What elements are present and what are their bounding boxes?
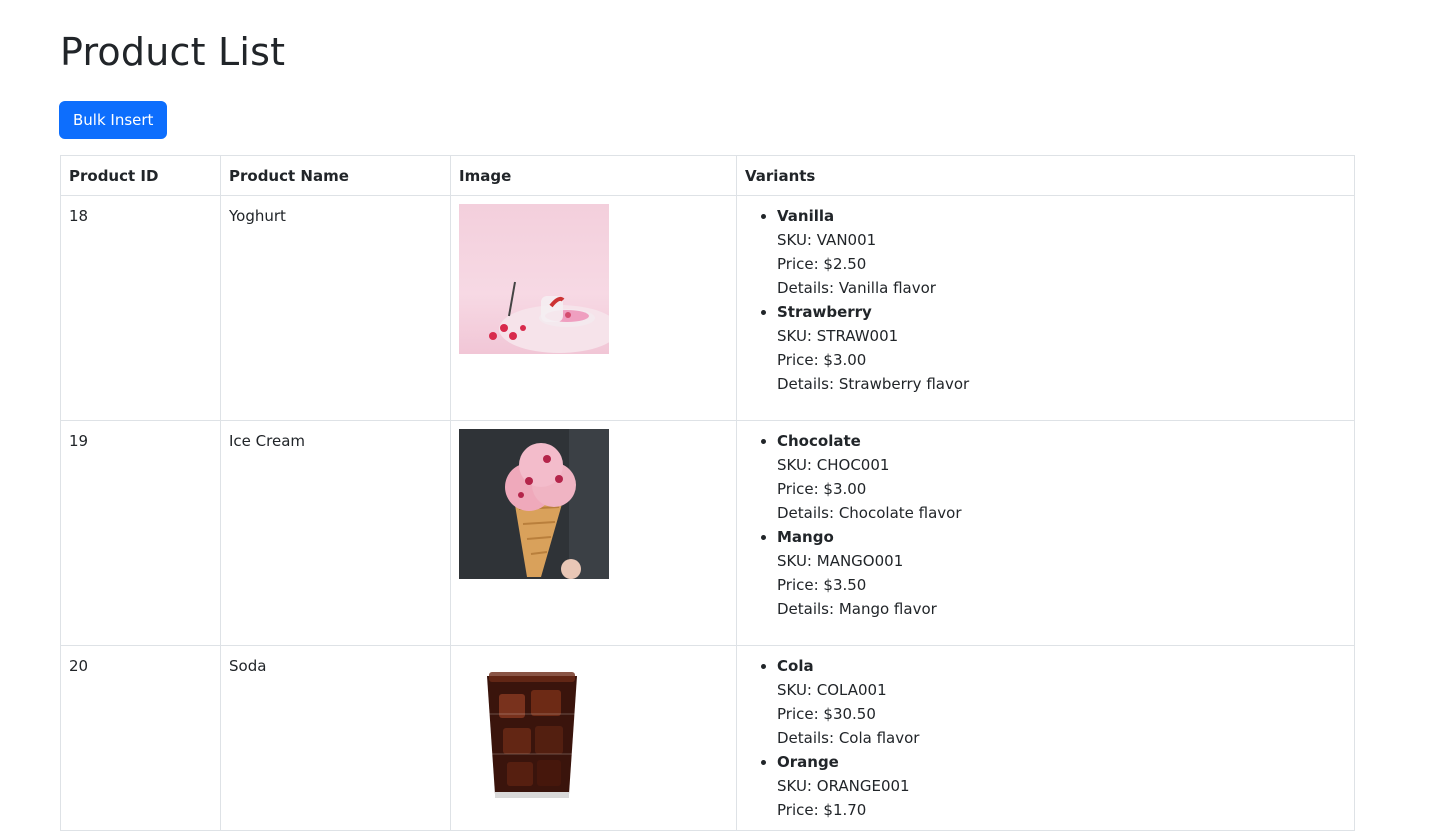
- product-image-cell: [450, 195, 737, 421]
- variant-name: Mango: [777, 528, 834, 546]
- variants-cell: Cola SKU: COLA001 Price: $30.50 Details:…: [736, 645, 1355, 831]
- variant-details: Details: Cola flavor: [777, 729, 920, 747]
- variant-item: Mango SKU: MANGO001 Price: $3.50 Details…: [777, 525, 1346, 621]
- variants-cell: Chocolate SKU: CHOC001 Price: $3.00 Deta…: [736, 420, 1355, 646]
- variant-name: Strawberry: [777, 303, 872, 321]
- ice-cream-image: [459, 429, 609, 579]
- variant-price: Price: $2.50: [777, 255, 867, 273]
- table-row: 19 Ice Cream • Chocolate SKU: CHOC001 Pr…: [60, 420, 1355, 646]
- variant-sku: SKU: COLA001: [777, 681, 887, 699]
- product-id-cell: 19: [60, 420, 221, 646]
- variant-item: Orange SKU: ORANGE001 Price: $1.70: [777, 750, 1346, 822]
- variant-price: Price: $30.50: [777, 705, 876, 723]
- variant-price: Price: $3.50: [777, 576, 867, 594]
- product-id-cell: 18: [60, 195, 221, 421]
- product-name-cell: Soda: [220, 645, 451, 831]
- variant-details: Details: Mango flavor: [777, 600, 937, 618]
- yoghurt-image: [459, 204, 609, 354]
- variant-details: Details: Chocolate flavor: [777, 504, 962, 522]
- variant-item: Strawberry SKU: STRAW001 Price: $3.00 De…: [777, 300, 1346, 396]
- variant-list: Cola SKU: COLA001 Price: $30.50 Details:…: [745, 654, 1346, 822]
- variant-details: Details: Vanilla flavor: [777, 279, 936, 297]
- product-table: Product ID Product Name Image Variants 1…: [60, 155, 1355, 831]
- product-image-cell: [450, 645, 737, 831]
- variant-name: Cola: [777, 657, 814, 675]
- column-header-variants: Variants: [736, 155, 1355, 196]
- variant-name: Chocolate: [777, 432, 861, 450]
- variant-sku: SKU: MANGO001: [777, 552, 904, 570]
- column-header-image: Image: [450, 155, 737, 196]
- table-header-row: Product ID Product Name Image Variants: [60, 155, 1355, 196]
- variant-details: Details: Strawberry flavor: [777, 375, 970, 393]
- product-name-cell: Ice Cream: [220, 420, 451, 646]
- variants-cell: Vanilla SKU: VAN001 Price: $2.50 Details…: [736, 195, 1355, 421]
- variant-list: Vanilla SKU: VAN001 Price: $2.50 Details…: [745, 204, 1346, 396]
- product-id-cell: 20: [60, 645, 221, 831]
- variant-item: Chocolate SKU: CHOC001 Price: $3.00 Deta…: [777, 429, 1346, 525]
- variant-sku: SKU: CHOC001: [777, 456, 890, 474]
- variant-sku: SKU: STRAW001: [777, 327, 899, 345]
- variant-sku: SKU: VAN001: [777, 231, 877, 249]
- variant-name: Orange: [777, 753, 839, 771]
- variant-list: Chocolate SKU: CHOC001 Price: $3.00 Deta…: [745, 429, 1346, 621]
- variant-sku: SKU: ORANGE001: [777, 777, 910, 795]
- variant-name: Vanilla: [777, 207, 835, 225]
- bulk-insert-button[interactable]: Bulk Insert: [59, 101, 168, 139]
- soda-image: [459, 654, 609, 804]
- variant-price: Price: $3.00: [777, 480, 867, 498]
- variant-item: Vanilla SKU: VAN001 Price: $2.50 Details…: [777, 204, 1346, 300]
- product-image-cell: [450, 420, 737, 646]
- page-title: Product List: [60, 30, 286, 74]
- column-header-product-name: Product Name: [220, 155, 451, 196]
- variant-price: Price: $1.70: [777, 801, 867, 819]
- variant-item: Cola SKU: COLA001 Price: $30.50 Details:…: [777, 654, 1346, 750]
- table-row: 20 Soda • Cola SKU: COLA001 Price: $30.5…: [60, 645, 1355, 831]
- variant-price: Price: $3.00: [777, 351, 867, 369]
- product-name-cell: Yoghurt: [220, 195, 451, 421]
- column-header-product-id: Product ID: [60, 155, 221, 196]
- table-row: 18 Yoghurt • Vanilla SKU: VAN001 Price: …: [60, 195, 1355, 421]
